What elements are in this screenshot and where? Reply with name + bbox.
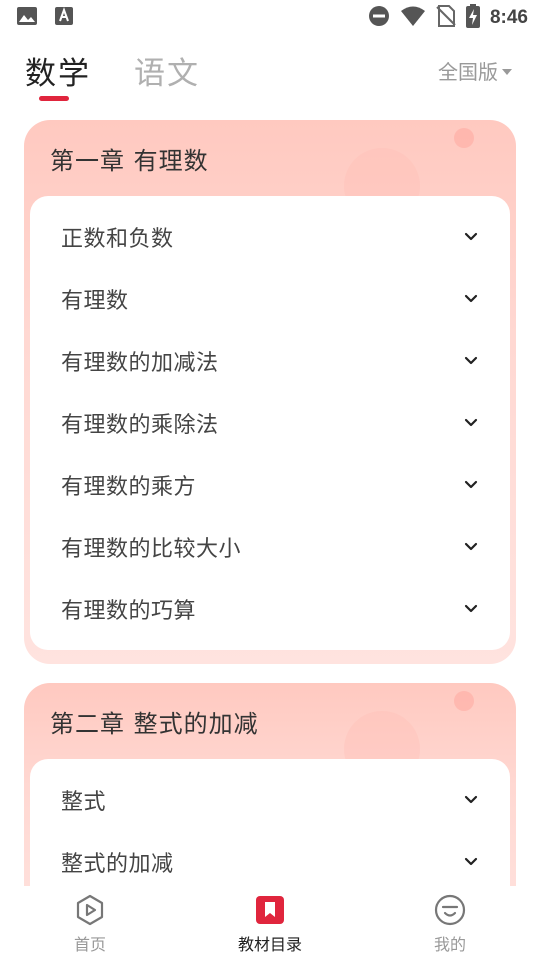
section-label: 整式的加减 (61, 852, 174, 877)
chevron-down-icon[interactable] (464, 602, 478, 616)
section-list: 整式 整式的加减 (30, 759, 510, 886)
chevron-down-icon[interactable] (464, 230, 478, 244)
bookmark-icon (254, 894, 286, 926)
tab-math[interactable]: 数学 (25, 48, 91, 93)
section-item[interactable]: 有理数的加减法 (30, 330, 510, 392)
section-item[interactable]: 有理数的乘除法 (30, 392, 510, 454)
section-item[interactable]: 有理数的巧算 (30, 578, 510, 640)
section-label: 有理数的加减法 (61, 351, 219, 376)
nav-textbook-catalog[interactable]: 教材目录 (210, 894, 330, 955)
battery-charging-icon (465, 4, 480, 32)
section-label: 有理数的巧算 (61, 599, 197, 624)
app-screen: 8:46 数学 语文 全国版 第一章 有理数 正数和负数 有理数 有理数的加减法… (0, 0, 540, 960)
section-item[interactable]: 正数和负数 (30, 206, 510, 268)
chevron-down-icon[interactable] (464, 292, 478, 306)
section-label: 有理数的比较大小 (61, 537, 242, 562)
edition-selector[interactable]: 全国版 (438, 56, 512, 85)
section-label: 有理数的乘除法 (61, 413, 219, 438)
edition-label: 全国版 (438, 60, 498, 84)
chapter-title: 第一章 有理数 (50, 146, 209, 175)
chevron-down-icon[interactable] (464, 540, 478, 554)
chapter-title: 第二章 整式的加减 (50, 709, 259, 738)
active-tab-indicator (39, 96, 69, 101)
section-item[interactable]: 整式 (30, 769, 510, 831)
tab-chinese[interactable]: 语文 (134, 48, 200, 93)
subject-tab-bar: 数学 语文 全国版 (0, 40, 540, 110)
chapter-card: 第一章 有理数 正数和负数 有理数 有理数的加减法 有理数的乘除法 有理数的乘方… (24, 120, 516, 664)
section-item[interactable]: 有理数的比较大小 (30, 516, 510, 578)
chapter-card: 第二章 整式的加减 整式 整式的加减 (24, 683, 516, 886)
textbook-catalog[interactable]: 第一章 有理数 正数和负数 有理数 有理数的加减法 有理数的乘除法 有理数的乘方… (0, 112, 540, 886)
nav-mine[interactable]: 我的 (390, 894, 510, 955)
chevron-down-icon[interactable] (464, 416, 478, 430)
section-label: 有理数 (61, 289, 129, 314)
smile-icon (434, 894, 466, 926)
do-not-disturb-icon (368, 5, 390, 31)
wifi-icon (400, 5, 426, 31)
clock-time: 8:46 (489, 7, 528, 28)
section-list: 正数和负数 有理数 有理数的加减法 有理数的乘除法 有理数的乘方 有理数的比较大… (30, 196, 510, 650)
no-sim-icon (436, 5, 456, 31)
section-label: 正数和负数 (61, 227, 174, 252)
status-bar: 8:46 (0, 0, 540, 36)
nav-label: 我的 (433, 935, 466, 954)
image-icon (16, 6, 38, 30)
caret-down-icon (502, 68, 512, 75)
section-item[interactable]: 整式的加减 (30, 831, 510, 886)
section-label: 有理数的乘方 (61, 475, 197, 500)
chevron-down-icon[interactable] (464, 478, 478, 492)
bottom-navigation: 首页 教材目录 我的 (0, 886, 540, 960)
section-label: 整式 (61, 790, 107, 815)
chevron-down-icon[interactable] (464, 855, 478, 869)
chevron-down-icon[interactable] (464, 793, 478, 807)
nav-label: 教材目录 (237, 935, 302, 954)
text-a-icon (54, 6, 74, 30)
play-icon (74, 894, 106, 926)
nav-home[interactable]: 首页 (30, 894, 150, 955)
chevron-down-icon[interactable] (464, 354, 478, 368)
section-item[interactable]: 有理数的乘方 (30, 454, 510, 516)
nav-label: 首页 (73, 935, 106, 954)
section-item[interactable]: 有理数 (30, 268, 510, 330)
